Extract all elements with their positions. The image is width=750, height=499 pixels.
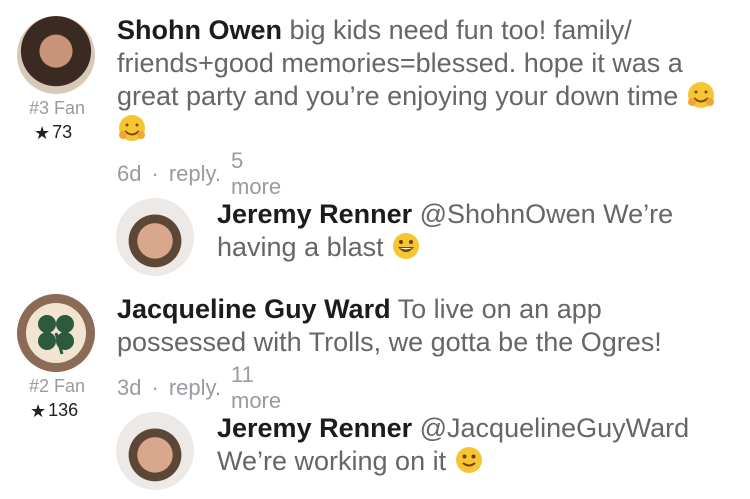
fan-score-value: 73: [52, 122, 73, 142]
mention[interactable]: @JacquelineGuyWard: [420, 413, 690, 443]
fan-rank-badge: #2 Fan: [28, 376, 86, 396]
fan-score-value: 136: [48, 400, 79, 420]
hugging-face-icon: [686, 80, 716, 110]
comment-text: Jeremy Renner @JacquelineGuyWard We’re w…: [217, 412, 737, 478]
reply-link[interactable]: reply.: [169, 161, 221, 187]
grinning-face-icon: [391, 231, 421, 261]
comment-time: 3d: [117, 375, 142, 400]
separator: ·: [151, 375, 159, 400]
mention[interactable]: @ShohnOwen: [420, 199, 596, 229]
fan-rank-badge: #3 Fan: [28, 98, 86, 118]
star-icon: ★: [30, 400, 47, 421]
comment-text: Shohn Owen big kids need fun too! family…: [117, 14, 727, 146]
fan-score: ★ 73: [34, 122, 72, 143]
avatar[interactable]: [17, 294, 95, 372]
star-icon: ★: [34, 122, 51, 143]
avatar[interactable]: [17, 16, 95, 94]
comment-author[interactable]: Jacqueline Guy Ward: [117, 294, 391, 324]
comment-author[interactable]: Jeremy Renner: [217, 199, 412, 229]
slightly-smiling-face-icon: [454, 445, 484, 475]
hugging-face-icon: [117, 113, 147, 143]
comment-body: We’re working on it: [217, 446, 447, 476]
fan-score: ★ 136: [30, 400, 78, 421]
separator: ·: [151, 161, 159, 186]
clover-logo-icon: [26, 303, 86, 363]
comment-meta: 3d · reply. 11 more: [117, 362, 281, 414]
comment-text: Jeremy Renner @ShohnOwen We’re having a …: [217, 198, 727, 264]
more-replies-link[interactable]: 11 more: [231, 362, 281, 414]
avatar[interactable]: [116, 198, 194, 276]
reply-link[interactable]: reply.: [169, 375, 221, 401]
comment-author[interactable]: Shohn Owen: [117, 15, 282, 45]
comment-text: Jacqueline Guy Ward To live on an app po…: [117, 293, 737, 359]
avatar[interactable]: [116, 412, 194, 490]
comment-meta: 6d · reply. 5 more: [117, 148, 281, 200]
more-replies-link[interactable]: 5 more: [231, 148, 281, 200]
comment-time: 6d: [117, 161, 142, 186]
comment-author[interactable]: Jeremy Renner: [217, 413, 412, 443]
